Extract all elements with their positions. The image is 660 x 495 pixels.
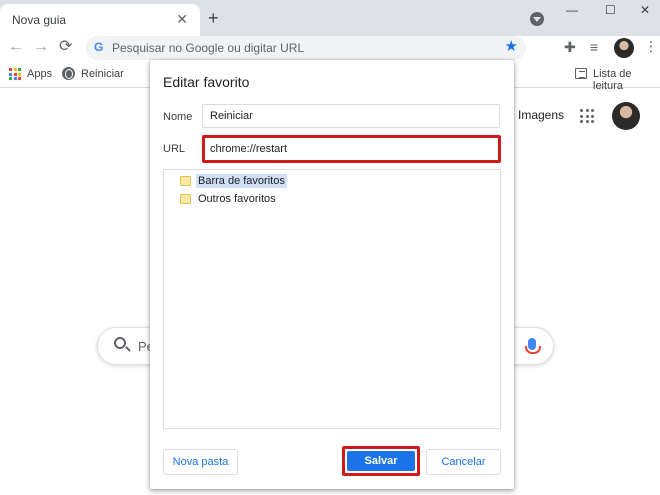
reading-list-button[interactable]: Lista de leitura [593,68,660,92]
images-link[interactable]: Imagens [518,108,564,122]
close-window-button[interactable]: ✕ [640,3,650,17]
url-label: URL [163,143,186,155]
page-profile-avatar[interactable] [612,102,640,130]
toolbar: ← → ⟳ G Pesquisar no Google ou digitar U… [0,36,660,62]
reload-button[interactable]: ⟳ [59,37,72,57]
folder-barra-de-favoritos[interactable]: Barra de favoritos [180,173,287,189]
name-field[interactable] [202,104,500,128]
more-menu-icon[interactable]: ⋮ [644,38,658,55]
new-tab-button[interactable]: + [208,9,219,27]
folder-outros-favoritos[interactable]: Outros favoritos [180,191,278,207]
apps-grid-icon[interactable] [9,68,21,80]
maximize-button[interactable]: ☐ [605,3,616,17]
star-icon[interactable]: ★ [505,38,518,56]
omnibox[interactable]: G Pesquisar no Google ou digitar URL ★ [86,36,526,60]
folder-label: Outros favoritos [198,193,276,205]
tab-title: Nova guia [12,13,67,27]
folder-label: Barra de favoritos [196,174,287,188]
google-apps-icon[interactable] [580,109,594,123]
cancel-button[interactable]: Cancelar [426,449,501,475]
forward-button[interactable]: → [33,37,49,57]
folder-icon [180,194,191,204]
search-icon [114,337,126,349]
omnibox-placeholder: Pesquisar no Google ou digitar URL [112,41,305,55]
save-button[interactable]: Salvar [347,451,415,471]
tab-strip: Nova guia ✕ + — ☐ ✕ [0,0,660,36]
tab-search-icon[interactable] [530,12,544,26]
folder-tree[interactable]: Barra de favoritos Outros favoritos [163,169,501,429]
bookmark-reiniciar[interactable]: Reiniciar [81,68,124,80]
new-folder-button[interactable]: Nova pasta [163,449,238,475]
google-icon: G [94,40,104,54]
name-label: Nome [163,111,193,123]
close-tab-icon[interactable]: ✕ [176,12,188,26]
media-control-icon[interactable]: ≡ [590,39,598,55]
edit-bookmark-dialog: Editar favorito Nome URL Barra de favori… [150,60,514,489]
minimize-button[interactable]: — [566,3,578,17]
folder-icon [180,176,191,186]
save-button-highlight: Salvar [342,446,420,476]
dialog-title: Editar favorito [163,74,250,90]
url-field[interactable] [202,135,501,163]
tab-nova-guia[interactable]: Nova guia ✕ [0,4,200,36]
reading-list-icon [575,68,587,79]
globe-icon [62,67,75,80]
mic-icon[interactable] [525,338,541,354]
extensions-icon[interactable]: ✚ [564,39,576,55]
back-button[interactable]: ← [8,37,24,57]
bookmark-apps[interactable]: Apps [27,68,52,80]
profile-avatar[interactable] [614,38,634,58]
